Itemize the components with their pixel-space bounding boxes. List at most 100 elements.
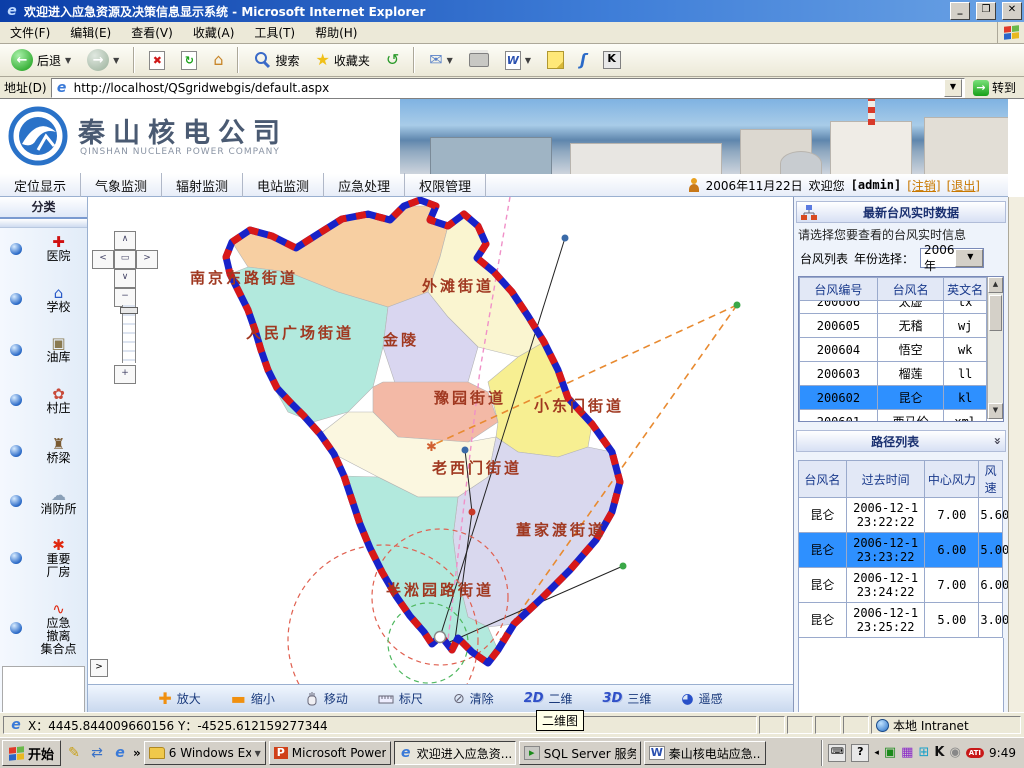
address-dropdown-icon[interactable]: ▼	[944, 79, 962, 97]
discuss-button[interactable]: ʃ	[575, 49, 592, 71]
col-past-time[interactable]: 过去时间	[846, 461, 924, 498]
ati-tray-icon[interactable]: ATI	[966, 748, 984, 758]
edit-dropdown-icon[interactable]: ▼	[525, 56, 531, 65]
grid-tray-icon[interactable]: ⊞	[918, 746, 929, 760]
quicklaunch-desktop-icon[interactable]: ✎	[64, 742, 84, 764]
menu-file[interactable]: 文件(F)	[0, 21, 60, 44]
year-select[interactable]: 2006年 ▼	[920, 248, 984, 268]
scroll-up-icon[interactable]: ▲	[988, 277, 1003, 293]
sidebar-item-oil-depot[interactable]: ▣ 油库	[0, 335, 87, 364]
menu-favorites[interactable]: 收藏(A)	[183, 21, 245, 44]
history-button[interactable]: ↺	[381, 49, 404, 71]
home-button[interactable]: ⌂	[208, 49, 228, 71]
table-row[interactable]: 200601 西马伦 xml	[800, 410, 987, 422]
start-button[interactable]: 开始	[2, 740, 61, 766]
sidebar-expand-button[interactable]: >	[90, 659, 108, 677]
quit-link[interactable]: [退出]	[947, 177, 980, 194]
quicklaunch-overflow-chevron[interactable]: »	[133, 746, 141, 760]
go-button[interactable]: → 转到	[969, 78, 1020, 97]
table-row[interactable]: 昆仑 2006-12-1 23:24:22 7.00 6.00	[799, 568, 1003, 603]
pan-up-button[interactable]: ∧	[114, 231, 136, 250]
kaspersky-tray-icon[interactable]: K	[934, 746, 944, 760]
zoom-out-tool[interactable]: ▬ 缩小	[231, 690, 275, 707]
sidebar-item-village[interactable]: ✿ 村庄	[0, 386, 87, 415]
taskbar-button-explorer-group[interactable]: 6 Windows Expl... ▼	[144, 741, 266, 765]
scroll-down-icon[interactable]: ▼	[988, 403, 1003, 419]
path-list-header[interactable]: 路径列表 «	[796, 430, 1006, 452]
close-button[interactable]: ✕	[1002, 2, 1022, 20]
col-typhoon-name[interactable]: 台风名	[877, 278, 944, 301]
quicklaunch-ie-icon[interactable]: e	[110, 742, 130, 764]
table-scrollbar[interactable]: ▲ ▼	[987, 277, 1003, 419]
forward-dropdown-icon[interactable]: ▼	[113, 56, 119, 65]
keyboard-layout-icon[interactable]: ⌨	[828, 744, 846, 762]
table-row[interactable]: 200605 无稽 wj	[800, 314, 987, 338]
typhoon-center-marker[interactable]	[435, 632, 446, 643]
track-point-blue[interactable]	[462, 447, 469, 454]
menu-help[interactable]: 帮助(H)	[305, 21, 367, 44]
view-2d-tool[interactable]: 2D 二维	[524, 690, 573, 707]
favorites-button[interactable]: ★ 收藏夹	[311, 49, 375, 72]
notes-button[interactable]	[542, 48, 569, 72]
menu-view[interactable]: 查看(V)	[121, 21, 183, 44]
ruler-tool[interactable]: 标尺	[378, 690, 423, 707]
sidebar-item-fire-station[interactable]: ☁ 消防所	[0, 487, 87, 516]
quicklaunch-mail-icon[interactable]: ⇄	[87, 742, 107, 764]
address-input[interactable]: e http://localhost/QSgridwebgis/default.…	[51, 78, 965, 98]
remote-sensing-tool[interactable]: ◕ 遥感	[681, 690, 722, 707]
table-row[interactable]: 200606 太虚 tx	[800, 301, 987, 314]
table-row-selected[interactable]: 200602 昆仑 kl	[800, 386, 987, 410]
antivirus-button[interactable]: K	[598, 48, 626, 72]
search-button[interactable]: 搜索	[248, 48, 304, 72]
taskbar-button-ie-active[interactable]: e 欢迎进入应急资...	[394, 741, 516, 765]
view-3d-tool[interactable]: 3D 三维	[603, 690, 652, 707]
help-tray-icon[interactable]: ?	[851, 744, 869, 762]
pan-left-button[interactable]: <	[92, 250, 114, 269]
table-row[interactable]: 200603 榴莲 ll	[800, 362, 987, 386]
col-center-wind[interactable]: 中心风力	[925, 461, 979, 498]
clock[interactable]: 9:49	[989, 746, 1016, 760]
sql-tray-icon[interactable]: ▣	[884, 746, 896, 760]
table-row[interactable]: 昆仑 2006-12-1 23:22:22 7.00 5.60	[799, 498, 1003, 533]
col-wind-speed[interactable]: 风速	[979, 461, 1003, 498]
track-point-green[interactable]	[734, 302, 741, 309]
table-row[interactable]: 昆仑 2006-12-1 23:25:22 5.00 3.00	[799, 603, 1003, 638]
col-typhoon-id[interactable]: 台风编号	[800, 278, 878, 301]
taskbar-button-powerpoint[interactable]: P Microsoft PowerP...	[269, 741, 391, 765]
table-row-selected[interactable]: 昆仑 2006-12-1 23:23:22 6.00 5.00	[799, 533, 1003, 568]
zoom-slider[interactable]	[122, 305, 136, 363]
zoom-in-tool[interactable]: ✚ 放大	[158, 690, 200, 707]
scroll-thumb[interactable]	[989, 295, 1002, 331]
edit-word-button[interactable]: W ▼	[500, 48, 536, 73]
zoom-in-step-button[interactable]: +	[114, 365, 136, 384]
stop-button[interactable]: ✖	[144, 48, 170, 73]
sidebar-item-bridge[interactable]: ♜ 桥梁	[0, 436, 87, 465]
col-english-name[interactable]: 英文名	[944, 278, 987, 301]
taskbar-button-sqlserver[interactable]: ▸ SQL Server 服务...	[519, 741, 641, 765]
gis-map-area[interactable]: ✱ 南京东路街道 外滩街道 人民广场街道 金陵 豫园街道 小东门街道 老西门街道…	[88, 197, 793, 712]
office-tray-icon[interactable]: ▦	[901, 746, 913, 760]
tray-expand-chevron[interactable]: ◂	[874, 748, 879, 758]
sidebar-item-important-plant[interactable]: ✱ 重要 厂房	[0, 537, 87, 579]
sidebar-item-hospital[interactable]: ✚ 医院	[0, 234, 87, 263]
tab-weather-monitor[interactable]: 气象监测	[81, 173, 162, 198]
sidebar-item-assembly-point[interactable]: ∿ 应急 撤离 集合点	[0, 601, 87, 656]
tab-permission-manage[interactable]: 权限管理	[405, 173, 486, 198]
clear-tool[interactable]: ⊘ 清除	[453, 690, 494, 707]
col-typhoon-name[interactable]: 台风名	[799, 461, 847, 498]
menu-tools[interactable]: 工具(T)	[244, 21, 305, 44]
print-button[interactable]	[464, 50, 494, 70]
pan-down-button[interactable]: ∨	[114, 269, 136, 288]
track-point-green[interactable]	[620, 563, 627, 570]
page-scrollbar[interactable]	[1008, 197, 1024, 712]
logout-link[interactable]: [注销]	[907, 177, 940, 194]
pan-right-button[interactable]: >	[136, 250, 158, 269]
year-dropdown-icon[interactable]: ▼	[955, 249, 983, 267]
collapse-chevron-icon[interactable]: «	[990, 437, 1004, 445]
sidebar-item-school[interactable]: ⌂ 学校	[0, 285, 87, 314]
pan-tool[interactable]: 移动	[305, 690, 348, 707]
menu-edit[interactable]: 编辑(E)	[60, 21, 121, 44]
mail-button[interactable]: ✉ ▼	[424, 49, 458, 71]
tab-emergency-handle[interactable]: 应急处理	[324, 173, 405, 198]
track-point-red[interactable]	[469, 509, 476, 516]
